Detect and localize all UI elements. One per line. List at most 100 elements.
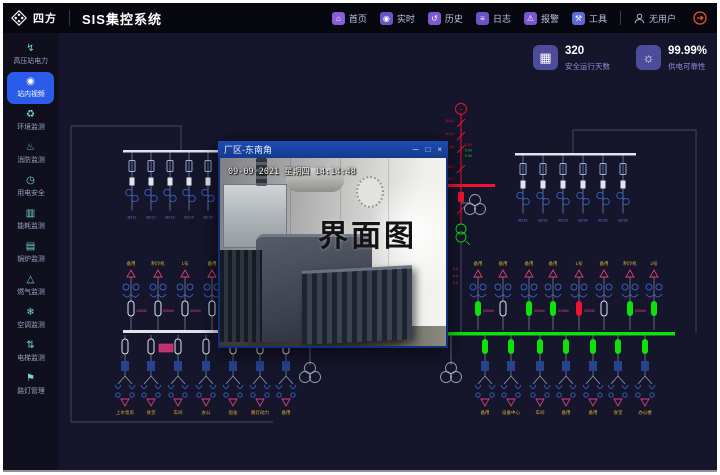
power-safety-icon: ◷ <box>26 176 35 186</box>
sidebar-item-streetlight[interactable]: ⚑路灯管理 <box>7 369 54 401</box>
nav-item-label: 实时 <box>397 12 415 25</box>
svg-text:食堂: 食堂 <box>147 409 156 416</box>
sidebar-item-env[interactable]: ♻环境监测 <box>7 105 54 137</box>
svg-text:B231: B231 <box>518 218 528 223</box>
svg-text:B235: B235 <box>598 218 608 223</box>
tools-icon: ⚒ <box>572 12 585 25</box>
bulb-icon: ☼ <box>636 45 661 70</box>
sidebar-item-video[interactable]: ◉站内视频 <box>7 72 54 104</box>
streetlight-icon: ⚑ <box>26 374 35 384</box>
video-popup-titlebar[interactable]: 厂区-东南角 ─ □ × <box>218 141 448 158</box>
boiler-icon: ▤ <box>26 242 35 252</box>
sidebar-item-energy[interactable]: ▥能耗监测 <box>7 204 54 236</box>
svg-text:0.00: 0.00 <box>465 143 472 147</box>
maximize-button[interactable]: □ <box>425 146 430 154</box>
nav-item-alarm[interactable]: ⚠ 报警 <box>524 12 559 25</box>
nav-item-label: 报警 <box>541 12 559 25</box>
sidebar-item-label: 路灯管理 <box>17 385 45 395</box>
alarm-icon: ⚠ <box>524 12 537 25</box>
logo-text: 四方 <box>33 10 57 26</box>
svg-text:B236: B236 <box>618 218 628 223</box>
sidebar-item-label: 环境监测 <box>17 121 45 131</box>
svg-text:0.0: 0.0 <box>453 274 458 278</box>
svg-text:上水泵房: 上水泵房 <box>116 409 134 416</box>
top-nav: ⌂首页 ◉ 实时 ↺ 历史 ≡日志 ⚠ 报警 ⚒ 工具 无用户 <box>332 11 717 25</box>
svg-text:B214: B214 <box>184 215 194 220</box>
svg-text:备用: 备用 <box>600 260 609 267</box>
app-title: SIS集控系统 <box>82 9 162 28</box>
nav-item-tools[interactable]: ⚒ 工具 <box>572 12 607 25</box>
svg-text:办公: 办公 <box>202 409 211 416</box>
sidebar-item-label: 能耗监测 <box>17 220 45 230</box>
sidebar-item-gas[interactable]: △燃气监测 <box>7 270 54 302</box>
svg-text:B215: B215 <box>203 215 213 220</box>
svg-text:宿舍: 宿舍 <box>229 409 238 416</box>
svg-text:制冷机: 制冷机 <box>623 260 637 267</box>
sidebar-item-hv-power[interactable]: ↯高压站电力 <box>7 39 54 71</box>
reliability-value: 99.99% <box>668 45 707 58</box>
video-popup-title: 厂区-东南角 <box>224 143 272 156</box>
safe-days-label: 安全运行天数 <box>565 61 610 72</box>
nav-item-history[interactable]: ↺ 历史 <box>428 12 463 25</box>
home-icon: ⌂ <box>332 12 345 25</box>
sidebar-item-label: 用电安全 <box>17 187 45 197</box>
svg-text:0.00: 0.00 <box>465 154 472 158</box>
nav-item-label: 历史 <box>445 12 463 25</box>
sifang-logo-icon <box>11 10 27 26</box>
svg-text:食堂: 食堂 <box>614 409 623 416</box>
svg-text:备用: 备用 <box>474 260 483 267</box>
video-icon: ◉ <box>26 77 35 87</box>
svg-text:B232: B232 <box>538 218 548 223</box>
sidebar-item-label: 电梯监测 <box>17 352 45 362</box>
sidebar-item-boiler[interactable]: ▤锅炉监测 <box>7 237 54 269</box>
watermark-text: 界面图 <box>318 211 417 255</box>
svg-text:B212: B212 <box>146 215 156 220</box>
close-button[interactable]: × <box>437 146 442 154</box>
svg-text:备用: 备用 <box>525 260 534 267</box>
user-label: 无用户 <box>649 12 676 25</box>
svg-text:2号: 2号 <box>650 261 658 267</box>
svg-text:630kW: 630kW <box>483 309 495 313</box>
svg-text:B233: B233 <box>558 218 568 223</box>
calendar-icon: ▦ <box>533 45 558 70</box>
svg-text:备用: 备用 <box>589 409 598 416</box>
svg-text:B213: B213 <box>165 215 175 220</box>
video-timestamp: 09-09 2021 星期四 14:14:48 <box>228 165 356 177</box>
sidebar: ↯高压站电力◉站内视频♻环境监测♨消防监测◷用电安全▥能耗监测▤锅炉监测△燃气监… <box>3 33 58 470</box>
gas-icon: △ <box>27 275 35 285</box>
nav-item-home[interactable]: ⌂首页 <box>332 12 367 25</box>
sidebar-item-fire[interactable]: ♨消防监测 <box>7 138 54 170</box>
history-icon: ↺ <box>428 12 441 25</box>
divider <box>620 11 621 25</box>
svg-text:1号: 1号 <box>575 261 583 267</box>
svg-text:备用: 备用 <box>499 260 508 267</box>
svg-text:110-1: 110-1 <box>445 119 454 123</box>
realtime-icon: ◉ <box>380 12 393 25</box>
svg-text:315kW: 315kW <box>558 309 570 313</box>
safe-days-card: ▦ 320 安全运行天数 <box>533 45 610 72</box>
svg-text:备用: 备用 <box>562 409 571 416</box>
elevator-icon: ⇅ <box>26 341 34 351</box>
minimize-button[interactable]: ─ <box>413 146 419 154</box>
svg-text:250kW: 250kW <box>584 309 596 313</box>
svg-text:车间: 车间 <box>174 409 183 416</box>
nav-item-log[interactable]: ≡日志 <box>476 12 511 25</box>
main-area: B211B212B213B214B215B216B217B218B231B232… <box>58 33 717 470</box>
logout-icon[interactable] <box>693 11 707 25</box>
sidebar-item-label: 锅炉监测 <box>17 253 45 263</box>
svg-text:备用: 备用 <box>549 260 558 267</box>
hv-power-icon: ↯ <box>26 44 34 54</box>
radiator-fins-left <box>220 250 262 342</box>
nav-item-realtime[interactable]: ◉ 实时 <box>380 12 415 25</box>
sidebar-item-power-safety[interactable]: ◷用电安全 <box>7 171 54 203</box>
divider <box>69 10 70 26</box>
svg-text:0.0: 0.0 <box>453 281 458 285</box>
sidebar-item-label: 消防监测 <box>17 154 45 164</box>
sidebar-item-hvac[interactable]: ❄空调监测 <box>7 303 54 335</box>
window-controls: ─ □ × <box>413 146 442 154</box>
svg-text:400kW: 400kW <box>190 309 202 313</box>
sidebar-item-elevator[interactable]: ⇅电梯监测 <box>7 336 54 368</box>
user-menu[interactable]: 无用户 <box>634 12 676 25</box>
nav-item-label: 工具 <box>589 12 607 25</box>
svg-text:630kW: 630kW <box>163 309 175 313</box>
